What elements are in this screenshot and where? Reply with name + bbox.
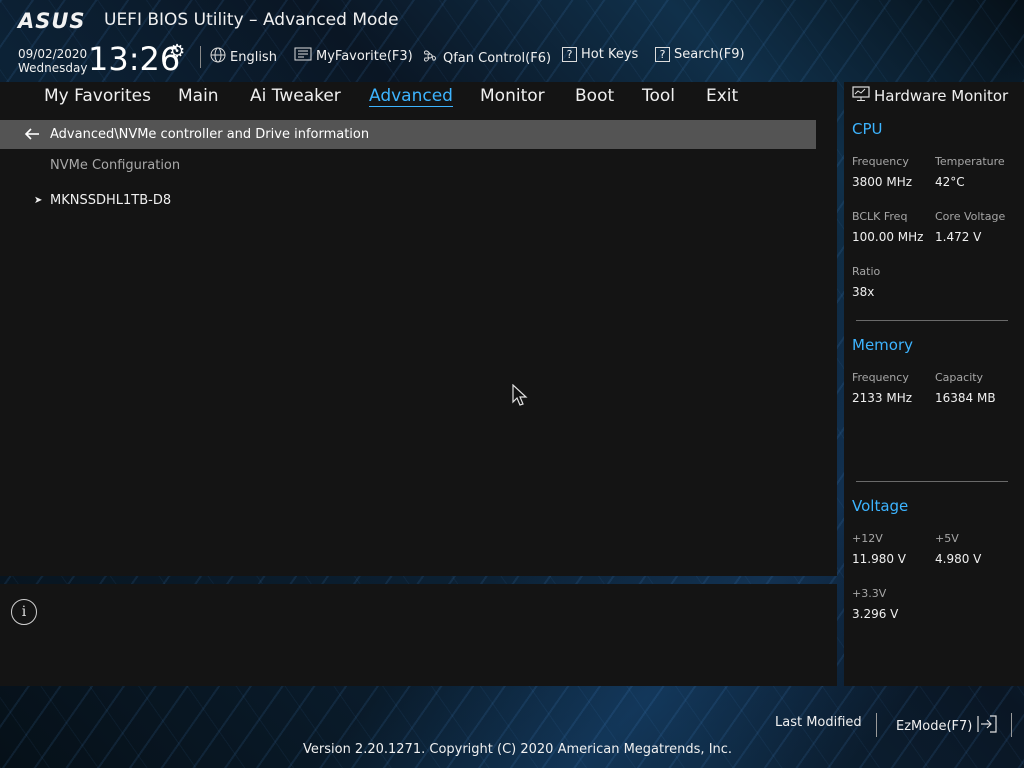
favorite-icon — [294, 47, 312, 65]
memory-capacity-value: 16384 MB — [935, 391, 996, 405]
v33-label: +3.3V — [852, 587, 887, 600]
search-label: Search(F9) — [674, 47, 745, 62]
asus-logo: ASUS — [18, 9, 86, 33]
info-icon: i — [11, 599, 37, 625]
header-divider — [200, 46, 201, 68]
myfavorite-label: MyFavorite(F3) — [316, 48, 413, 64]
last-modified-button[interactable]: Last Modified — [775, 715, 862, 730]
drive-label: MKNSSDHL1TB-D8 — [50, 193, 172, 208]
breadcrumb-text: Advanced\NVMe controller and Drive infor… — [50, 127, 370, 142]
back-arrow-icon[interactable] — [16, 126, 48, 144]
menu-main[interactable]: Main — [178, 86, 219, 106]
menu-advanced[interactable]: Advanced — [369, 86, 453, 107]
memory-frequency-value: 2133 MHz — [852, 391, 913, 405]
qfan-control-button[interactable]: Qfan Control(F6) — [421, 47, 551, 69]
header: ASUS UEFI BIOS Utility – Advanced Mode 0… — [0, 0, 1024, 82]
cpu-frequency-label: Frequency — [852, 155, 909, 168]
cpu-heading: CPU — [852, 120, 883, 138]
hardware-monitor-title: Hardware Monitor — [852, 86, 1008, 106]
date-display: 09/02/2020 Wednesday — [18, 47, 87, 75]
v12-value: 11.980 V — [852, 552, 907, 566]
bclk-freq-label: BCLK Freq — [852, 210, 908, 223]
voltage-heading: Voltage — [852, 497, 909, 515]
search-help-icon: ? — [655, 47, 670, 62]
breadcrumb[interactable]: Advanced\NVMe controller and Drive infor… — [0, 120, 816, 149]
memory-frequency-label: Frequency — [852, 371, 909, 384]
ezmode-label: EzMode(F7) — [896, 718, 973, 734]
hardware-monitor-panel: Hardware Monitor CPU Frequency Temperatu… — [844, 82, 1024, 686]
cpu-frequency-value: 3800 MHz — [852, 175, 913, 189]
weekday-text: Wednesday — [18, 61, 88, 75]
monitor-icon — [852, 86, 870, 106]
core-voltage-label: Core Voltage — [935, 210, 1006, 223]
cpu-temperature-value: 42°C — [935, 175, 965, 189]
qfan-control-label: Qfan Control(F6) — [443, 50, 552, 66]
menu-exit[interactable]: Exit — [706, 86, 738, 106]
footer-edge-divider — [1011, 713, 1012, 737]
bclk-freq-value: 100.00 MHz — [852, 230, 924, 244]
hot-keys-label: Hot Keys — [581, 47, 639, 62]
last-modified-label: Last Modified — [775, 715, 862, 730]
exit-icon — [976, 715, 998, 737]
language-button[interactable]: English — [210, 47, 277, 67]
ratio-label: Ratio — [852, 265, 881, 278]
menu-my-favorites[interactable]: My Favorites — [44, 86, 151, 106]
clock[interactable]: 13:26 — [88, 40, 180, 78]
language-label: English — [230, 49, 277, 65]
menu-ai-tweaker[interactable]: Ai Tweaker — [250, 86, 341, 106]
ratio-value: 38x — [852, 285, 875, 299]
memory-voltage-divider — [856, 481, 1008, 482]
help-panel: i — [0, 584, 837, 686]
menu-monitor[interactable]: Monitor — [480, 86, 545, 106]
content-panel: Advanced\NVMe controller and Drive infor… — [0, 110, 837, 576]
question-icon: ? — [562, 47, 577, 62]
cpu-memory-divider — [856, 320, 1008, 321]
hot-keys-button[interactable]: ? Hot Keys — [562, 47, 638, 62]
date-text: 09/02/2020 — [18, 47, 88, 61]
v5-label: +5V — [935, 532, 959, 545]
v5-value: 4.980 V — [935, 552, 982, 566]
copyright-text: Version 2.20.1271. Copyright (C) 2020 Am… — [303, 742, 733, 757]
v33-value: 3.296 V — [852, 607, 899, 621]
memory-heading: Memory — [852, 336, 914, 354]
footer-divider — [876, 713, 877, 737]
drive-item[interactable]: ➤ MKNSSDHL1TB-D8 — [34, 193, 171, 208]
cpu-temperature-label: Temperature — [935, 155, 1005, 168]
gear-icon[interactable]: ⚙ — [169, 41, 185, 62]
globe-icon — [210, 47, 226, 67]
memory-capacity-label: Capacity — [935, 371, 984, 384]
menu-tool[interactable]: Tool — [642, 86, 675, 106]
section-label: NVMe Configuration — [50, 158, 181, 173]
fan-icon — [421, 47, 439, 69]
menu-boot[interactable]: Boot — [575, 86, 614, 106]
search-button[interactable]: ? Search(F9) — [655, 47, 745, 62]
core-voltage-value: 1.472 V — [935, 230, 982, 244]
expand-arrow-icon: ➤ — [34, 195, 43, 206]
ezmode-button[interactable]: EzMode(F7) — [896, 715, 998, 737]
hardware-monitor-label: Hardware Monitor — [874, 87, 1009, 105]
mouse-cursor-icon — [512, 384, 528, 406]
myfavorite-button[interactable]: MyFavorite(F3) — [294, 47, 413, 65]
main-menu: My Favorites Main Ai Tweaker Advanced Mo… — [0, 82, 837, 110]
v12-label: +12V — [852, 532, 883, 545]
app-title: UEFI BIOS Utility – Advanced Mode — [104, 10, 399, 30]
